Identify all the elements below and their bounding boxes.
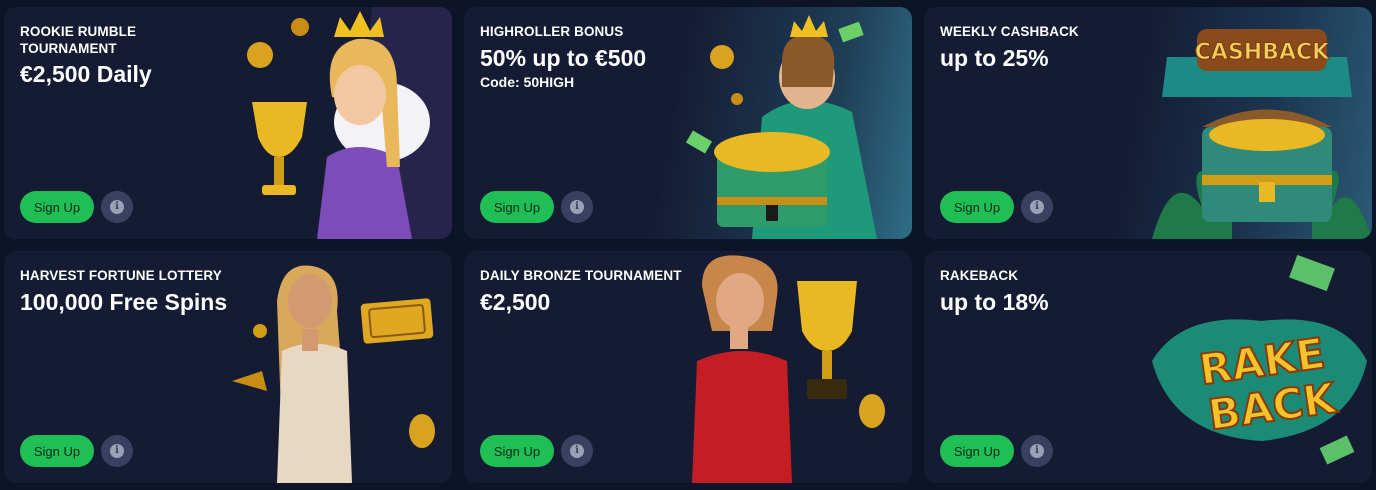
info-icon: i bbox=[110, 444, 124, 458]
promo-title: €2,500 bbox=[480, 289, 551, 315]
rakeback-logo-illustration: RAKE BACK bbox=[1152, 254, 1367, 465]
king-treasure-chest-illustration bbox=[685, 15, 877, 239]
info-icon: i bbox=[110, 200, 124, 214]
promo-card-daily-bronze-tournament: DAILY BRONZE TOURNAMENT €2,500 Sign Up i bbox=[464, 251, 912, 483]
promo-card-highroller-bonus: HIGHROLLER BONUS 50% up to €500 Code: 50… bbox=[464, 7, 912, 239]
info-icon: i bbox=[570, 444, 584, 458]
promo-title: up to 25% bbox=[940, 45, 1049, 71]
sign-up-button[interactable]: Sign Up bbox=[940, 435, 1014, 467]
info-button[interactable]: i bbox=[561, 435, 593, 467]
promo-code: Code: 50HIGH bbox=[480, 74, 575, 90]
info-button[interactable]: i bbox=[101, 191, 133, 223]
promo-card-rookie-rumble: ROOKIE RUMBLE TOURNAMENT €2,500 Daily Si… bbox=[4, 7, 452, 239]
promo-subtitle: DAILY BRONZE TOURNAMENT bbox=[480, 268, 682, 283]
princess-trophy-illustration bbox=[247, 7, 452, 239]
promo-card-weekly-cashback: CASHBACK WEEKLY CASHBACK up to 25% Sign … bbox=[924, 7, 1372, 239]
promo-subtitle: HIGHROLLER BONUS bbox=[480, 24, 624, 39]
info-icon: i bbox=[1030, 444, 1044, 458]
sign-up-button[interactable]: Sign Up bbox=[20, 191, 94, 223]
promo-card-rakeback: RAKE BACK RAKEBACK up to 18% Sign Up i bbox=[924, 251, 1372, 483]
sign-up-button[interactable]: Sign Up bbox=[480, 191, 554, 223]
woman-golden-ticket-illustration bbox=[232, 265, 435, 483]
sign-up-button[interactable]: Sign Up bbox=[940, 191, 1014, 223]
cashback-chest-illustration: CASHBACK bbox=[1152, 29, 1372, 239]
info-button[interactable]: i bbox=[1021, 435, 1053, 467]
info-button[interactable]: i bbox=[561, 191, 593, 223]
sign-up-button[interactable]: Sign Up bbox=[20, 435, 94, 467]
info-icon: i bbox=[1030, 200, 1044, 214]
promo-title: 50% up to €500 bbox=[480, 45, 647, 71]
info-button[interactable]: i bbox=[1021, 191, 1053, 223]
woman-trophy-illustration bbox=[692, 255, 885, 483]
promo-card-harvest-fortune-lottery: HARVEST FORTUNE LOTTERY 100,000 Free Spi… bbox=[4, 251, 452, 483]
promo-subtitle: WEEKLY CASHBACK bbox=[940, 24, 1079, 39]
cashback-art-text: CASHBACK bbox=[1195, 40, 1330, 65]
info-icon: i bbox=[570, 200, 584, 214]
promotions-grid: ROOKIE RUMBLE TOURNAMENT €2,500 Daily Si… bbox=[0, 0, 1376, 490]
promo-title: 100,000 Free Spins bbox=[20, 289, 228, 315]
sign-up-button[interactable]: Sign Up bbox=[480, 435, 554, 467]
promo-subtitle: HARVEST FORTUNE LOTTERY bbox=[20, 268, 222, 283]
promo-subtitle: ROOKIE RUMBLE TOURNAMENT bbox=[20, 24, 137, 56]
promo-title: up to 18% bbox=[940, 289, 1049, 315]
info-button[interactable]: i bbox=[101, 435, 133, 467]
promo-title: €2,500 Daily bbox=[20, 61, 152, 87]
promo-subtitle: RAKEBACK bbox=[940, 268, 1019, 283]
